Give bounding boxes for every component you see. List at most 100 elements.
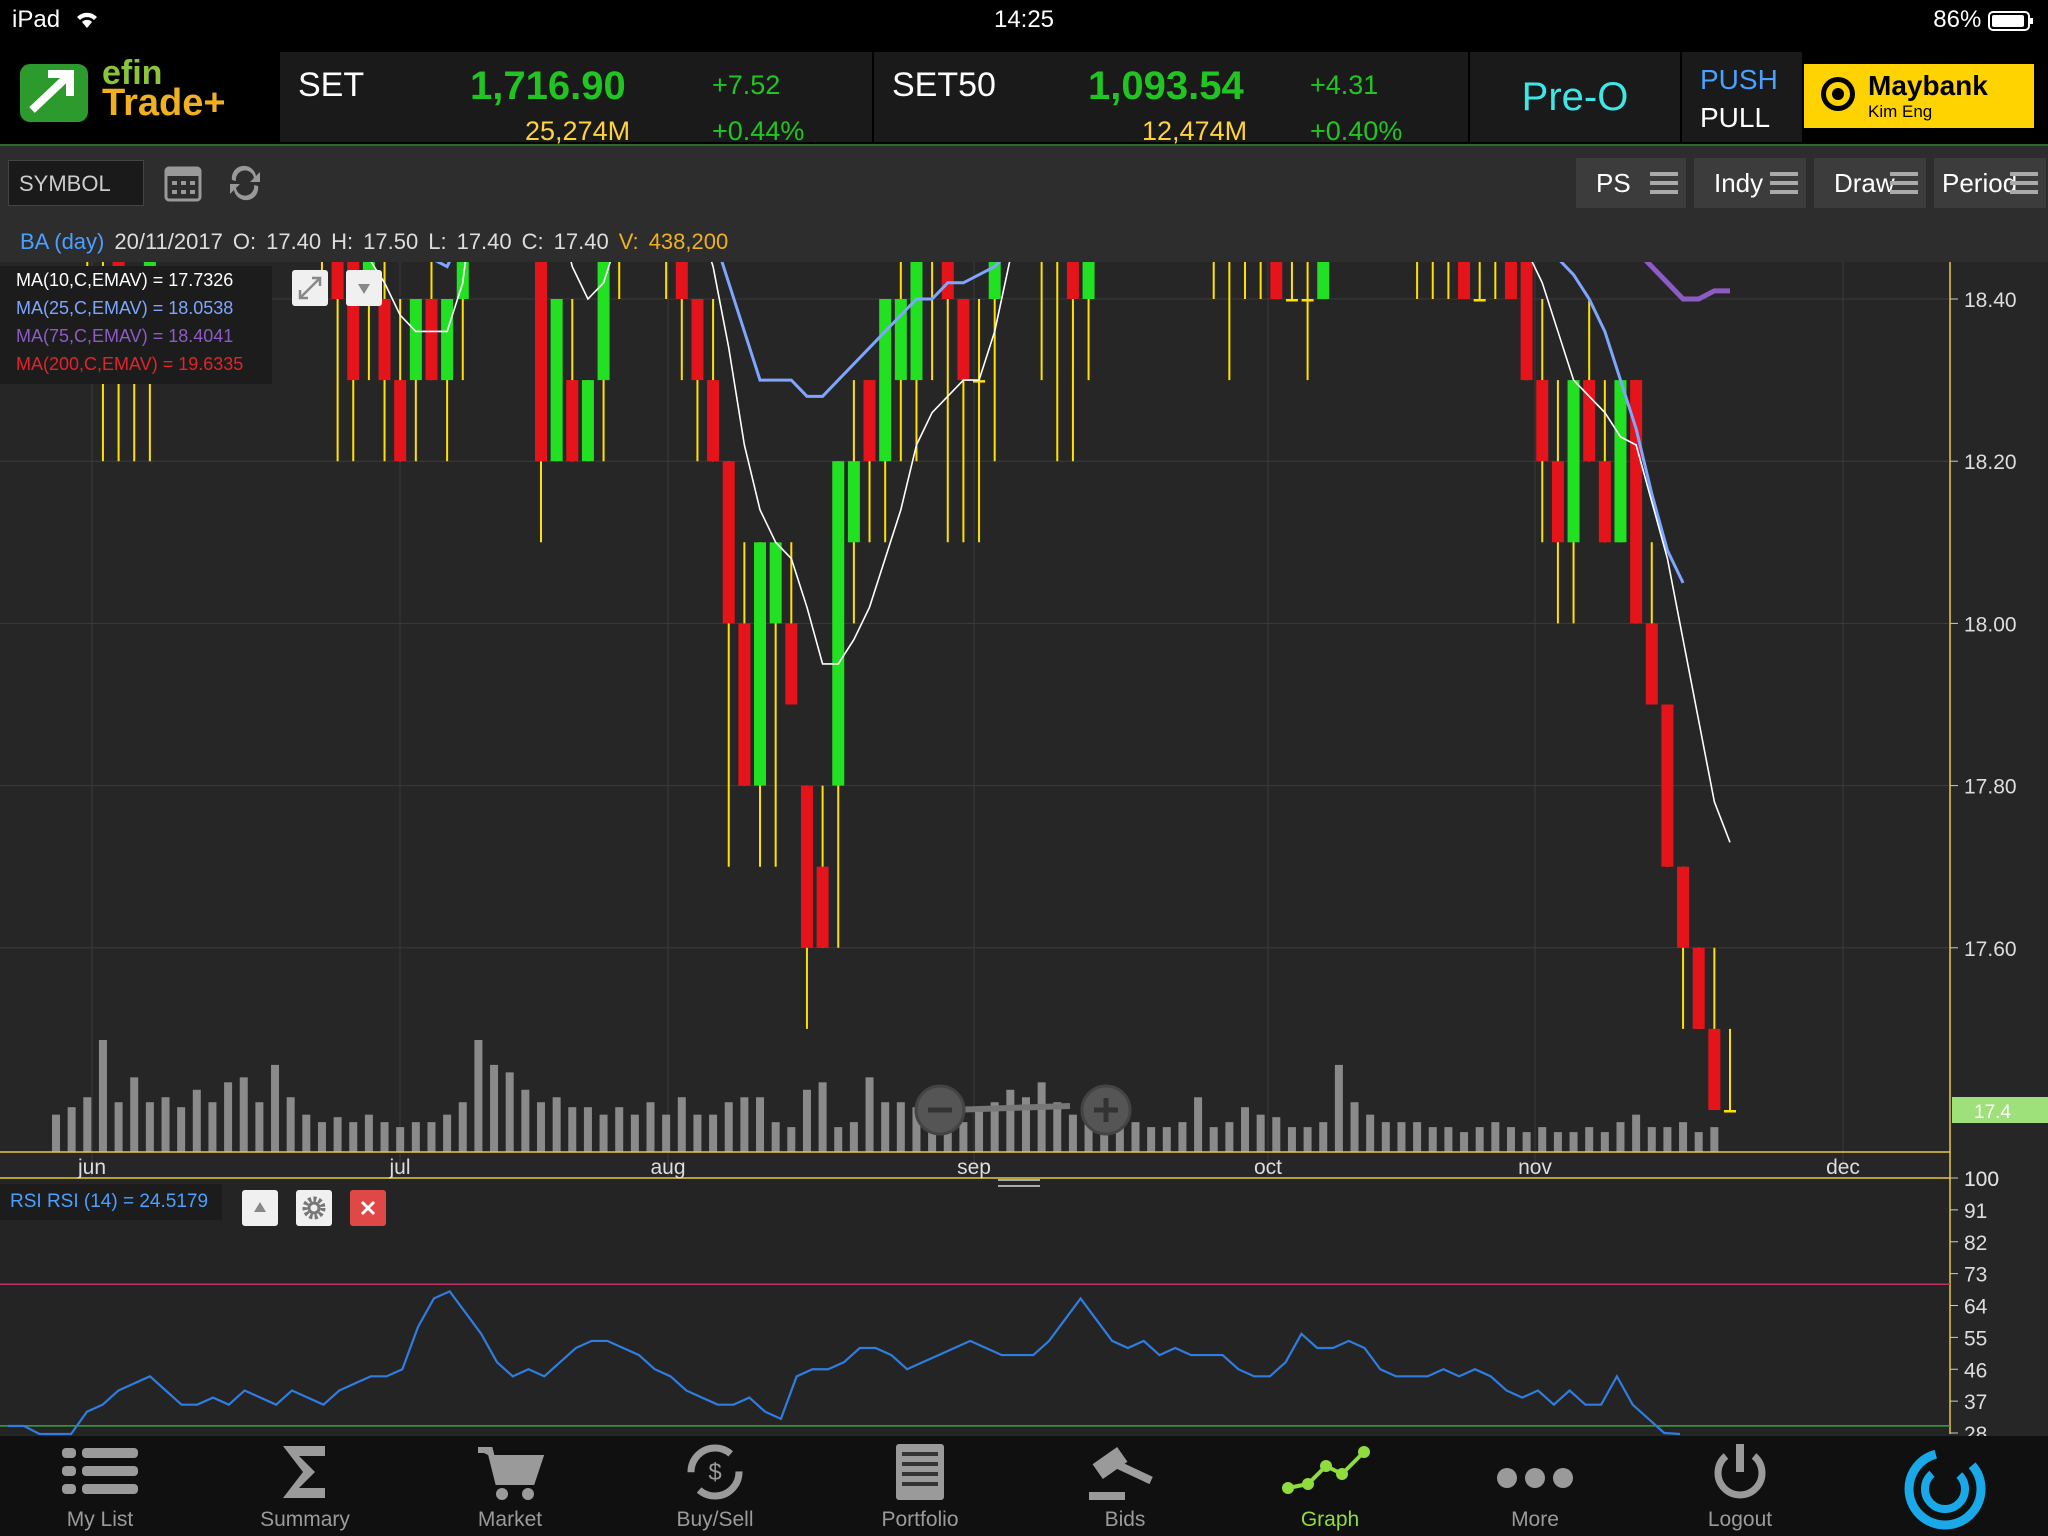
rsi-settings-button[interactable] [296,1190,332,1226]
rsi-tick-label: 100 [1964,1168,1999,1191]
candle-body [785,623,798,705]
broker-sub: Kim Eng [1868,102,1933,121]
candle-body [1551,461,1564,543]
price-tick-label: 18.20 [1964,451,2017,474]
ohlc-info-bar: BA (day) 20/11/2017 O: 17.40 H: 17.50 L: 17.40 C… [0,222,2048,262]
volume-bar [599,1114,608,1152]
arrow-down-icon [358,284,370,294]
candle-body [409,299,422,381]
expand-button[interactable] [292,270,328,306]
candle-body [816,866,829,948]
volume-bar [333,1117,342,1152]
index-value: 1,093.54 [1088,64,1244,108]
ps-button[interactable]: PS [1576,158,1686,208]
volume-bar [818,1082,827,1152]
menu-lines-icon [1650,172,1678,194]
volume-bar [881,1102,890,1152]
graph-icon [1282,1446,1370,1494]
more-dots-icon [1497,1468,1573,1488]
sigma-icon [283,1446,325,1498]
volume-bar [1397,1122,1406,1152]
menu-lines-icon [1890,172,1918,194]
calendar-icon[interactable] [160,160,206,206]
candle-body [941,262,954,299]
volume-bar [443,1114,452,1152]
menu-lines-icon [2010,172,2038,194]
volume-bar [255,1102,264,1152]
candle-body [1724,1110,1736,1113]
nav-summary[interactable]: Summary [205,1436,405,1536]
volume-bar [1178,1122,1187,1152]
period-button[interactable]: Period [1934,158,2046,208]
nav-graph[interactable]: Graph [1230,1436,1430,1536]
market-header: efin Trade+ SET 1,716.90 25,274M +7.52 +… [0,40,2048,146]
last-price-label: 17.4 [1974,1102,2011,1123]
nav-portfolio[interactable]: Portfolio [820,1436,1020,1536]
volume-bar [208,1102,217,1152]
candle-body [1614,380,1627,543]
month-label: jul [388,1156,410,1179]
broker-logo: Maybank Kim Eng [1804,64,2034,128]
rsi-up-button[interactable] [242,1190,278,1226]
volume-bar [1334,1064,1343,1152]
collapse-down-button[interactable] [346,270,382,306]
push-label[interactable]: PUSH [1700,64,1778,96]
nav-market[interactable]: Market [410,1436,610,1536]
volume-bar [1460,1132,1469,1152]
market-state: Pre-O [1470,52,1680,142]
logo-trade: Trade+ [102,82,226,124]
volume-bar [583,1107,592,1152]
volume-bar [959,1122,968,1152]
volume-bar [67,1107,76,1152]
nav-bids[interactable]: Bids [1025,1436,1225,1536]
month-label: jun [77,1156,106,1179]
index-set50[interactable]: SET50 1,093.54 12,474M +4.31 +0.40% [874,52,1468,146]
rsi-tick-label: 91 [1964,1200,1987,1223]
volume-bar [1679,1122,1688,1152]
rsi-label: RSI RSI (14) = 24.5179 [0,1184,222,1220]
volume-bar [1522,1132,1531,1152]
volume-bar [177,1107,186,1152]
volume-bar [1647,1127,1656,1152]
nav-buy-sell[interactable]: $ Buy/Sell [615,1436,815,1536]
candle-body [722,461,735,624]
indicator-button[interactable]: Indy [1694,158,1806,208]
app-spinner-icon[interactable] [1900,1444,1990,1534]
refresh-icon[interactable] [222,160,268,206]
push-pull-toggle[interactable]: PUSH PULL [1682,52,1802,142]
volume-bar [224,1082,233,1152]
portfolio-icon [896,1444,944,1500]
app-logo[interactable]: efin Trade+ [18,54,268,130]
price-chart[interactable]: 19.4019.2019.0018.8018.6018.4018.2018.00… [0,262,2048,1436]
volume-bar [1663,1127,1672,1152]
nav-more[interactable]: More [1435,1436,1635,1536]
month-label: nov [1518,1156,1552,1179]
volume-bar [161,1097,170,1152]
pull-label[interactable]: PULL [1700,102,1770,134]
volume-bar [349,1122,358,1152]
rsi-close-button[interactable] [350,1190,386,1226]
draw-button[interactable]: Draw [1814,158,1926,208]
volume-bar [724,1102,733,1152]
nav-logout[interactable]: Logout [1640,1436,1840,1536]
candle-body [378,299,391,381]
symbol-input[interactable]: SYMBOL [8,160,144,206]
candle-body [754,542,767,786]
volume-bar [834,1127,843,1152]
candle-body [879,299,892,462]
candle-body [1692,947,1705,1029]
volume-bar [1569,1132,1578,1152]
volume-bar [286,1097,295,1152]
candle-body [1458,262,1471,299]
tiger-logo-icon [1821,77,1855,111]
ma75-label: MA(75,C,EMAV) = 18.4041 [16,326,234,346]
nav-my-list[interactable]: My List [0,1436,200,1536]
index-set[interactable]: SET 1,716.90 25,274M +7.52 +0.44% [280,52,872,146]
volume-bar [521,1089,530,1152]
ohlc-volume: 438,200 [648,229,729,254]
volume-bar [1303,1127,1312,1152]
cart-icon [478,1447,545,1500]
rsi-tick-label: 73 [1964,1264,1987,1287]
volume-bar [302,1114,311,1152]
price-panel-bg [0,262,1950,1176]
